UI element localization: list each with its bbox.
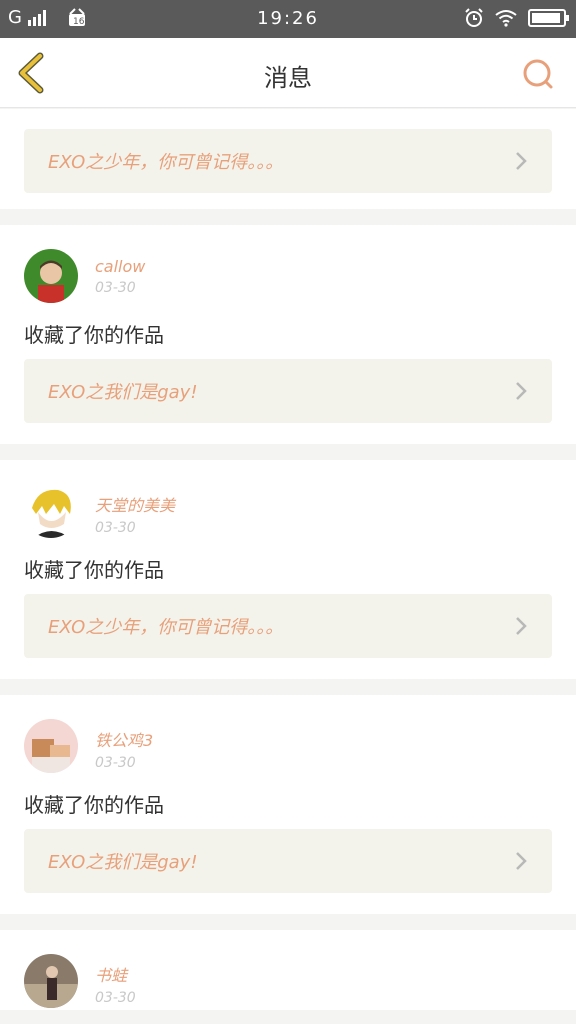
work-link[interactable]: EXO之我们是gay! (24, 829, 552, 893)
message-card: 书蛙 03-30 (0, 930, 576, 1010)
work-title: EXO之少年，你可曾记得。。。 (48, 617, 284, 638)
avatar[interactable] (24, 484, 78, 538)
avatar[interactable] (24, 954, 78, 1008)
date: 03-30 (95, 520, 136, 536)
username[interactable]: 书蛙 (95, 962, 136, 986)
user-meta: 天堂的美美 03-30 (95, 484, 175, 536)
status-right (464, 8, 569, 28)
nav-bar: 消息 (0, 38, 576, 108)
message-card: 天堂的美美 03-30 收藏了你的作品 EXO之少年，你可曾记得。。。 (0, 460, 576, 679)
message-card: 铁公鸡3 03-30 收藏了你的作品 EXO之我们是gay! (0, 695, 576, 914)
action-text: 收藏了你的作品 (24, 793, 164, 817)
work-title: EXO之我们是gay! (48, 852, 198, 873)
work-link[interactable]: EXO之少年，你可曾记得。。。 (24, 129, 552, 193)
user-row: 书蛙 03-30 (24, 954, 552, 1010)
action-text: 收藏了你的作品 (24, 558, 164, 582)
username[interactable]: 天堂的美美 (95, 492, 175, 516)
user-meta: 书蛙 03-30 (95, 954, 136, 1006)
chevron-right-icon (516, 617, 527, 635)
user-meta: 铁公鸡3 03-30 (95, 719, 153, 771)
work-link[interactable]: EXO之少年，你可曾记得。。。 (24, 594, 552, 658)
user-row: 天堂的美美 03-30 (24, 484, 552, 540)
search-icon (523, 59, 553, 89)
work-title: EXO之少年，你可曾记得。。。 (48, 152, 284, 173)
username[interactable]: 铁公鸡3 (95, 727, 153, 751)
chevron-right-icon (516, 152, 527, 170)
page-title: 消息 (264, 64, 312, 92)
username[interactable]: callow (95, 257, 145, 276)
date: 03-30 (95, 755, 136, 771)
user-row: 铁公鸡3 03-30 (24, 719, 552, 775)
alarm-icon (465, 8, 483, 27)
chevron-right-icon (516, 382, 527, 400)
status-bar: G 16 19:26 (0, 0, 576, 38)
date: 03-30 (95, 280, 136, 296)
user-row: callow 03-30 (24, 249, 552, 305)
message-card: EXO之少年，你可曾记得。。。 (0, 109, 576, 209)
avatar[interactable] (24, 719, 78, 773)
avatar[interactable] (24, 249, 78, 303)
search-button[interactable] (520, 56, 556, 92)
work-link[interactable]: EXO之我们是gay! (24, 359, 552, 423)
work-title: EXO之我们是gay! (48, 382, 198, 403)
message-card: callow 03-30 收藏了你的作品 EXO之我们是gay! (0, 225, 576, 444)
battery-icon (528, 9, 569, 27)
chevron-right-icon (516, 852, 527, 870)
message-feed: EXO之少年，你可曾记得。。。 callow 03-30 收藏了你的作品 EXO… (0, 109, 576, 1010)
wifi-icon (495, 10, 517, 27)
action-text: 收藏了你的作品 (24, 323, 164, 347)
date: 03-30 (95, 990, 136, 1006)
user-meta: callow 03-30 (95, 249, 145, 296)
